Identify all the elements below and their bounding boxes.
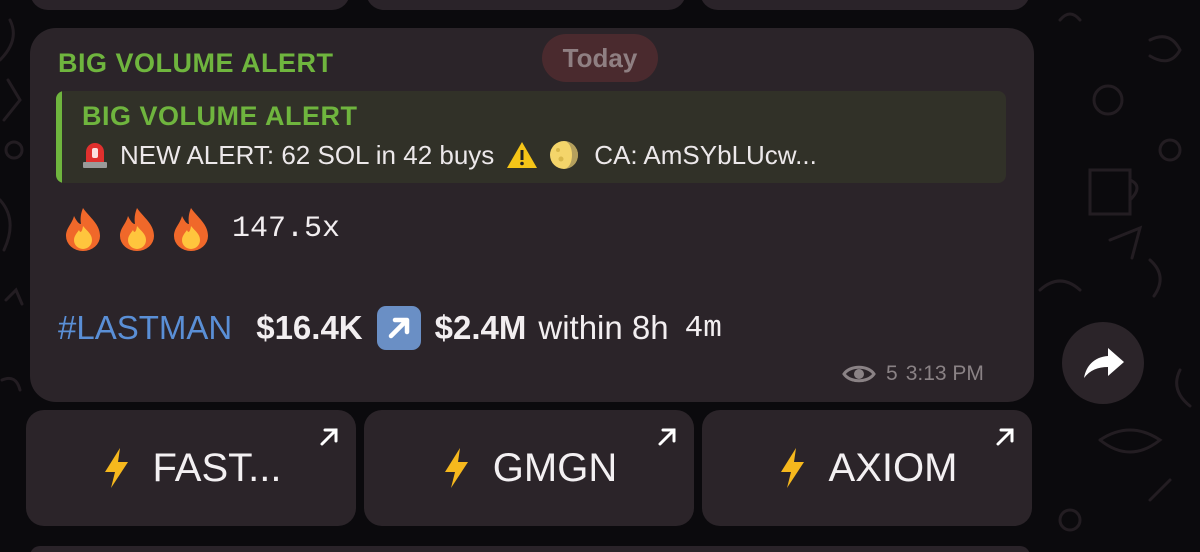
rotating-light-icon	[83, 143, 107, 168]
lightning-icon	[104, 448, 128, 488]
multiplier-value: 147.5x	[232, 212, 341, 246]
open-link-arrow-icon	[320, 428, 338, 446]
previous-keyboard-button[interactable]	[366, 0, 686, 10]
hashtag-link[interactable]: #LASTMAN	[58, 309, 232, 347]
message-meta: 5 3:13 PM	[842, 362, 984, 386]
button-label: FAST...	[152, 445, 282, 490]
message-time: 3:13 PM	[905, 362, 984, 385]
market-cap-row: #LASTMAN $16.4K $2.4M within 8h 4m	[58, 306, 722, 350]
mcap-from: $16.4K	[256, 309, 363, 346]
mcap-to: $2.4M	[434, 309, 527, 346]
fire-icon	[66, 208, 100, 251]
open-link-arrow-icon	[996, 428, 1014, 446]
fast-button[interactable]: FAST...	[26, 410, 356, 526]
within-label: within 8h	[538, 309, 669, 346]
share-button[interactable]	[1062, 322, 1144, 404]
button-label: GMGN	[492, 445, 618, 490]
lightning-icon	[780, 448, 804, 488]
moon-icon	[550, 141, 579, 169]
multiplier-row: 147.5x	[62, 206, 340, 252]
up-right-arrow-icon	[376, 306, 421, 350]
share-icon	[1084, 348, 1124, 378]
date-pill: Today	[542, 34, 658, 82]
open-link-arrow-icon	[658, 428, 676, 446]
fire-icon	[120, 208, 154, 251]
previous-keyboard-button[interactable]	[30, 0, 350, 10]
minutes-value: 4m	[684, 310, 722, 346]
next-message-bubble	[30, 546, 1030, 552]
button-label: AXIOM	[828, 445, 958, 490]
axiom-button[interactable]: AXIOM	[702, 410, 1032, 526]
chat-view: BIG VOLUME ALERT BIG VOLUME ALERT NEW AL…	[0, 0, 1200, 552]
reply-quote-title: BIG VOLUME ALERT	[82, 101, 358, 131]
fire-icon	[174, 208, 208, 251]
lightning-icon	[444, 448, 468, 488]
eye-icon	[842, 365, 876, 383]
reply-quote-bar	[56, 91, 62, 183]
reply-quote[interactable]: BIG VOLUME ALERT NEW ALERT: 62 SOL in 42…	[56, 91, 1006, 183]
reply-quote-text: NEW ALERT: 62 SOL in 42 buys CA: AmSYbLU…	[80, 139, 1000, 171]
contract-address-text: CA: AmSYbLUcw...	[594, 139, 817, 170]
view-count: 5	[886, 362, 898, 385]
warning-icon	[507, 142, 538, 168]
gmgn-button[interactable]: GMGN	[364, 410, 694, 526]
sender-name[interactable]: BIG VOLUME ALERT	[58, 48, 334, 79]
previous-keyboard-button[interactable]	[700, 0, 1030, 10]
alert-text: NEW ALERT: 62 SOL in 42 buys	[120, 139, 495, 170]
